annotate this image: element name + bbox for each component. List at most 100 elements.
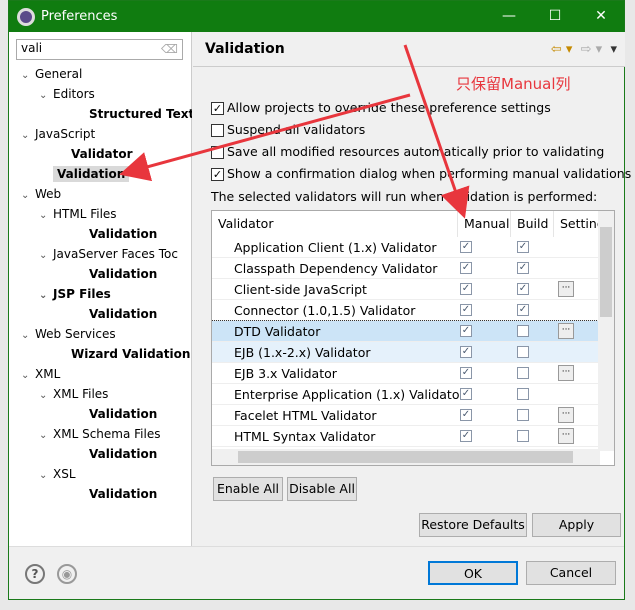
settings-button[interactable]: ··· <box>558 407 574 423</box>
build-checkbox[interactable]: ✓ <box>517 304 529 316</box>
tree-item[interactable]: Validation <box>9 404 192 424</box>
tree-item[interactable]: ⌄ XML Schema Files <box>9 424 192 444</box>
help-icon[interactable]: ? <box>25 564 45 584</box>
tree-item[interactable]: Validation <box>9 164 192 184</box>
table-row[interactable]: Application Client (1.x) Validator ✓ ✓ <box>212 237 600 258</box>
build-checkbox[interactable] <box>517 367 529 379</box>
back-button[interactable]: ⇦ ▾ <box>551 42 573 57</box>
build-checkbox[interactable]: ✓ <box>517 283 529 295</box>
tree-item[interactable]: ⌄ JSP Files <box>9 284 192 304</box>
build-checkbox[interactable] <box>517 409 529 421</box>
chevron-down-icon[interactable]: ⌄ <box>21 366 35 384</box>
option-label: Show a confirmation dialog when performi… <box>227 166 632 181</box>
manual-checkbox[interactable]: ✓ <box>460 346 472 358</box>
close-button[interactable]: ✕ <box>578 1 624 32</box>
chevron-down-icon[interactable]: ⌄ <box>39 386 53 404</box>
manual-checkbox[interactable]: ✓ <box>460 325 472 337</box>
view-menu-button[interactable]: ▾ <box>610 42 617 57</box>
horizontal-scrollbar[interactable] <box>212 449 600 465</box>
tree-item[interactable]: Validation <box>9 224 192 244</box>
chevron-down-icon[interactable]: ⌄ <box>21 126 35 144</box>
clear-filter-icon[interactable]: ⌫ <box>161 42 178 56</box>
restore-defaults-button[interactable]: Restore Defaults <box>419 513 527 537</box>
table-row[interactable]: Enterprise Application (1.x) Validator ✓ <box>212 384 600 405</box>
tree-item[interactable]: ⌄ XML <box>9 364 192 384</box>
tree-item[interactable]: Validation <box>9 444 192 464</box>
chevron-down-icon[interactable]: ⌄ <box>21 326 35 344</box>
build-checkbox[interactable] <box>517 346 529 358</box>
cancel-button[interactable]: Cancel <box>526 561 616 585</box>
tree-item[interactable]: ⌄ Web <box>9 184 192 204</box>
minimize-button[interactable]: — <box>486 1 532 32</box>
tree-item[interactable]: Validation <box>9 264 192 284</box>
checkbox[interactable] <box>211 124 224 137</box>
tree-item[interactable]: ⌄ HTML Files <box>9 204 192 224</box>
build-checkbox[interactable] <box>517 430 529 442</box>
option-checkbox[interactable]: ✓ Show a confirmation dialog when perform… <box>211 166 631 181</box>
filter-input[interactable]: vali ⌫ <box>16 39 183 60</box>
column-header-settings[interactable]: Settings <box>554 211 600 237</box>
option-checkbox[interactable]: ✓ Allow projects to override these prefer… <box>211 100 551 115</box>
settings-button[interactable]: ··· <box>558 281 574 297</box>
tree-item[interactable]: ⌄ Editors <box>9 84 192 104</box>
option-checkbox[interactable]: Save all modified resources automaticall… <box>211 144 604 159</box>
option-checkbox[interactable]: Suspend all validators <box>211 122 365 137</box>
chevron-down-icon[interactable]: ⌄ <box>39 466 53 484</box>
chevron-down-icon[interactable]: ⌄ <box>39 426 53 444</box>
apply-button[interactable]: Apply <box>532 513 621 537</box>
table-row[interactable]: Classpath Dependency Validator ✓ ✓ <box>212 258 600 279</box>
table-row[interactable]: DTD Validator ✓ ··· <box>212 320 601 343</box>
manual-checkbox[interactable]: ✓ <box>460 241 472 253</box>
settings-button[interactable]: ··· <box>558 428 574 444</box>
chevron-down-icon[interactable]: ⌄ <box>21 66 35 84</box>
build-checkbox[interactable] <box>517 325 529 337</box>
manual-checkbox[interactable]: ✓ <box>460 388 472 400</box>
maximize-button[interactable]: ☐ <box>532 1 578 32</box>
manual-checkbox[interactable]: ✓ <box>460 262 472 274</box>
chevron-down-icon[interactable]: ⌄ <box>39 206 53 224</box>
build-checkbox[interactable] <box>517 388 529 400</box>
column-header-build[interactable]: Build <box>511 211 554 237</box>
tree-item[interactable]: Validator <box>9 144 192 164</box>
enable-all-button[interactable]: Enable All <box>213 477 283 501</box>
tree-item[interactable]: Wizard Validation <box>9 344 192 364</box>
tree-item[interactable]: Validation <box>9 304 192 324</box>
table-row[interactable]: EJB 3.x Validator ✓ ··· <box>212 363 600 384</box>
import-export-icon[interactable]: ◉ <box>57 564 77 584</box>
checkbox[interactable] <box>211 146 224 159</box>
chevron-down-icon[interactable]: ⌄ <box>39 286 53 304</box>
tree-item[interactable]: Validation <box>9 484 192 504</box>
forward-button[interactable]: ⇨ ▾ <box>581 42 603 57</box>
column-header-validator[interactable]: Validator <box>212 211 458 237</box>
tree-item[interactable]: ⌄ XML Files <box>9 384 192 404</box>
manual-checkbox[interactable]: ✓ <box>460 367 472 379</box>
table-row[interactable]: EJB (1.x-2.x) Validator ✓ <box>212 342 600 363</box>
table-row[interactable]: Facelet HTML Validator ✓ ··· <box>212 405 600 426</box>
chevron-down-icon[interactable]: ⌄ <box>21 186 35 204</box>
table-row[interactable]: Connector (1.0,1.5) Validator ✓ ✓ <box>212 300 600 321</box>
vertical-scrollbar[interactable] <box>598 211 614 451</box>
checkbox[interactable]: ✓ <box>211 102 224 115</box>
tree-item[interactable]: ⌄ XSL <box>9 464 192 484</box>
disable-all-button[interactable]: Disable All <box>287 477 357 501</box>
tree-item[interactable]: ⌄ Web Services <box>9 324 192 344</box>
chevron-down-icon[interactable]: ⌄ <box>39 246 53 264</box>
manual-checkbox[interactable]: ✓ <box>460 304 472 316</box>
build-checkbox[interactable]: ✓ <box>517 262 529 274</box>
build-checkbox[interactable]: ✓ <box>517 241 529 253</box>
tree-item[interactable]: ⌄ JavaScript <box>9 124 192 144</box>
settings-button[interactable]: ··· <box>558 323 574 339</box>
ok-button[interactable]: OK <box>428 561 518 585</box>
column-header-manual[interactable]: Manual <box>458 211 511 237</box>
settings-button[interactable]: ··· <box>558 365 574 381</box>
tree-item[interactable]: ⌄ JavaServer Faces Toc <box>9 244 192 264</box>
checkbox[interactable]: ✓ <box>211 168 224 181</box>
chevron-down-icon[interactable]: ⌄ <box>39 86 53 104</box>
manual-checkbox[interactable]: ✓ <box>460 409 472 421</box>
manual-checkbox[interactable]: ✓ <box>460 283 472 295</box>
table-row[interactable]: HTML Syntax Validator ✓ ··· <box>212 426 600 447</box>
tree-item[interactable]: Structured Text E <box>9 104 192 124</box>
tree-item[interactable]: ⌄ General <box>9 64 192 84</box>
manual-checkbox[interactable]: ✓ <box>460 430 472 442</box>
table-row[interactable]: Client-side JavaScript ✓ ✓ ··· <box>212 279 600 300</box>
